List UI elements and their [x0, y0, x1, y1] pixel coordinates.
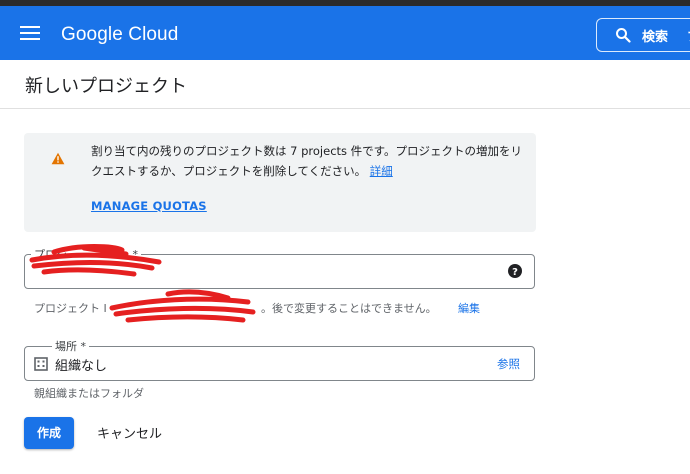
project-id-hint-suffix: 。後で変更することはできません。: [261, 302, 437, 315]
location-field[interactable]: 組織なし 参照: [24, 346, 535, 381]
redaction-scribble: [29, 244, 162, 277]
quota-notice: 割り当て内の残りのプロジェクト数は 7 projects 件です。プロジェクトの…: [24, 133, 536, 232]
search-input[interactable]: 検索 プ: [596, 18, 690, 52]
create-button[interactable]: 作成: [24, 417, 74, 449]
redaction-scribble-2: [109, 289, 256, 323]
search-label: 検索: [642, 30, 669, 45]
search-icon: [616, 28, 631, 43]
project-id-hint: プロジェクト I: [34, 302, 107, 315]
google-cloud-logo[interactable]: Google Cloud: [61, 24, 178, 46]
app-header: Google Cloud 検索 プ: [0, 6, 690, 60]
location-hint: 親組織またはフォルダ: [34, 387, 144, 400]
menu-icon[interactable]: [20, 26, 42, 42]
location-value: 組織なし: [55, 359, 108, 374]
details-link[interactable]: 詳細: [370, 164, 393, 178]
svg-text:?: ?: [512, 267, 518, 278]
quota-message-text: 割り当て内の残りのプロジェクト数は 7 projects 件です。プロジェクトの…: [91, 144, 523, 178]
cancel-button[interactable]: キャンセル: [97, 423, 162, 442]
quota-message: 割り当て内の残りのプロジェクト数は 7 projects 件です。プロジェクトの…: [91, 141, 531, 181]
title-divider: [0, 108, 690, 109]
building-icon: [34, 357, 48, 371]
warning-icon: [51, 152, 65, 165]
page-title: 新しいプロジェクト: [25, 76, 187, 97]
help-icon[interactable]: ?: [508, 264, 522, 278]
manage-quotas-link[interactable]: MANAGE QUOTAS: [91, 199, 207, 213]
edit-project-id-link[interactable]: 編集: [458, 300, 480, 316]
browse-button[interactable]: 参照: [497, 356, 520, 372]
location-label: 場所 *: [52, 338, 89, 354]
